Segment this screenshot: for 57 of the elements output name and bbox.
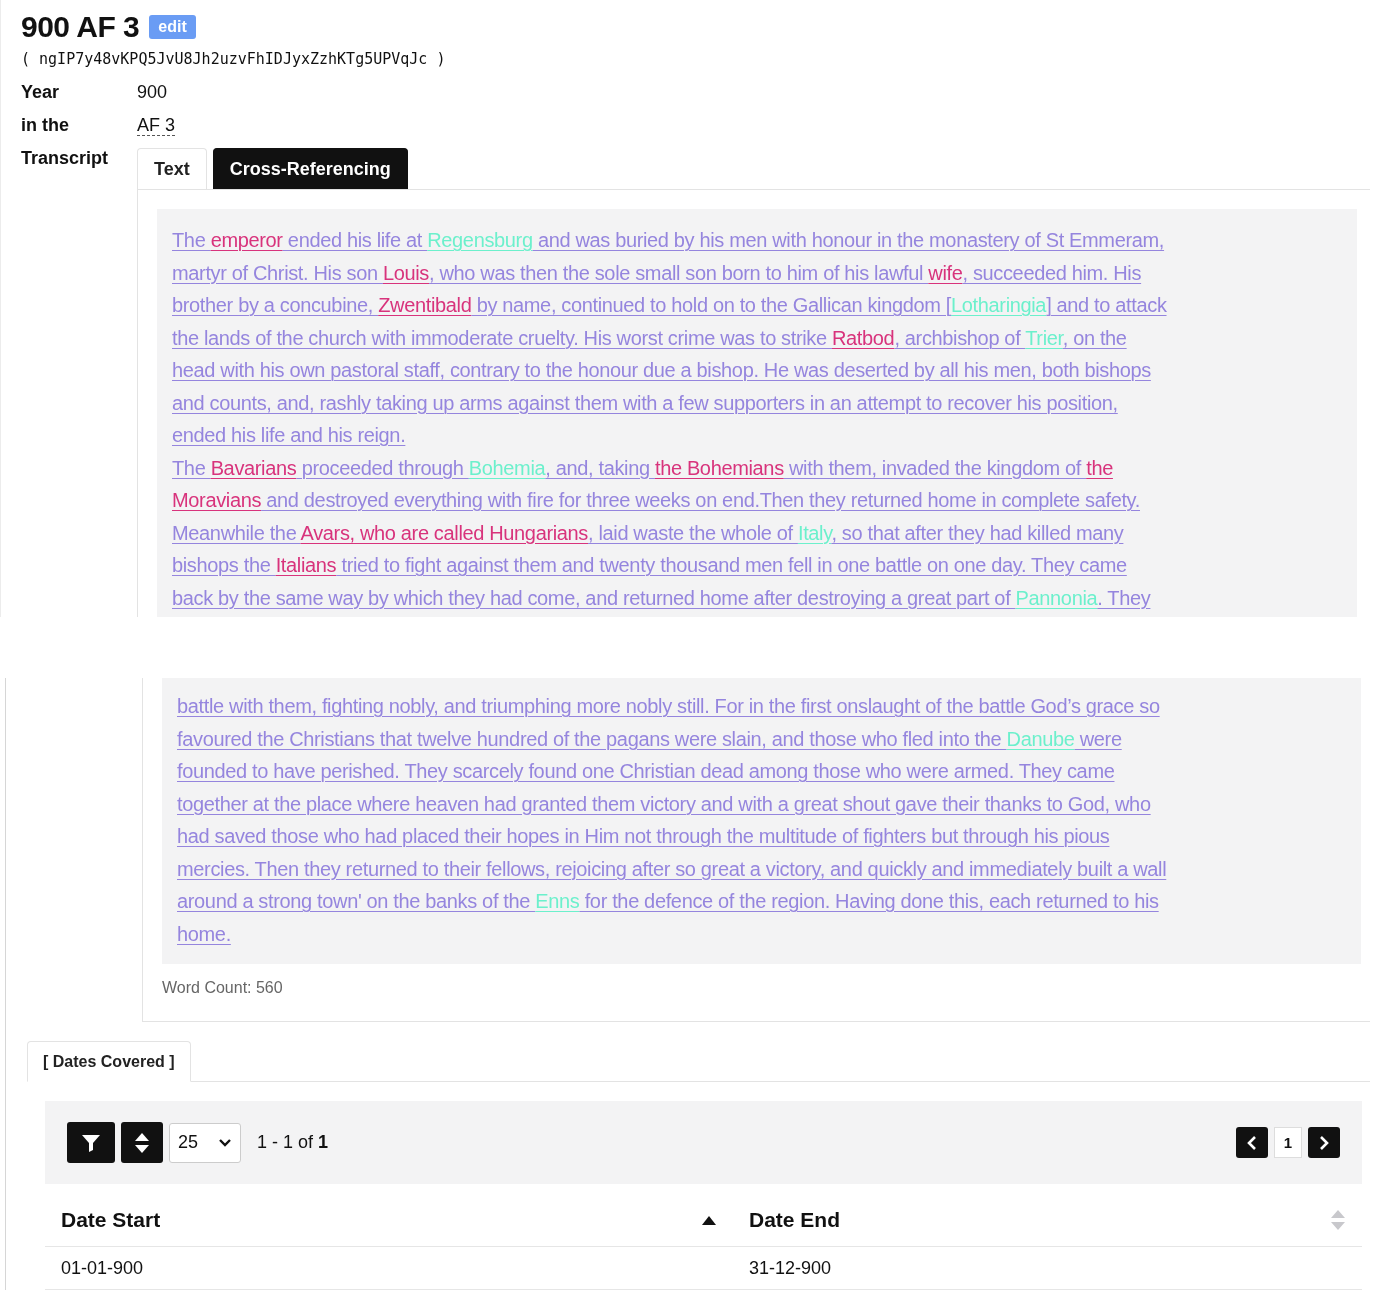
transcript-line: Moravians and destroyed everything with fire for three weeks on end.Then they returned home in complete safety. bbox=[172, 488, 1141, 513]
person-link[interactable]: wife bbox=[928, 261, 963, 284]
filter-button[interactable] bbox=[67, 1122, 115, 1163]
chevron-right-icon bbox=[1318, 1134, 1330, 1151]
transcript-line: Meanwhile the Avars, who are called Hungarians, laid waste the whole of Italy, so that after they had killed many bbox=[172, 520, 1125, 546]
chevron-down-icon bbox=[218, 1137, 232, 1148]
transcript-line: The Bavarians proceeded through Bohemia, and, taking the Bohemians with them, invaded the kingdom of the bbox=[172, 455, 1114, 481]
field-label: in the bbox=[21, 114, 70, 137]
word-count: Word Count: 560 bbox=[162, 979, 284, 997]
transcript-line: mercies. Then they returned to their fellows, rejoicing after so great a victory, and quickly and immediately built a wall bbox=[177, 856, 1168, 882]
person-link[interactable]: Moravians bbox=[172, 489, 262, 511]
field-label: Transcript bbox=[21, 147, 110, 170]
transcript-line: had saved those who had placed their hopes in Him not through the multitude of fighters but through his pious bbox=[177, 824, 1111, 849]
transcript-line: brother by a concubine, Zwentibald by name, continued to hold on to the Gallican kingdom [Lotharingia] and to attack bbox=[172, 293, 1168, 318]
transcript-line: around a strong town' on the banks of the Enns for the defence of the region. Having done this, each returned to his bbox=[177, 889, 1160, 914]
sort-button[interactable] bbox=[121, 1122, 163, 1163]
page-number[interactable]: 1 bbox=[1274, 1127, 1302, 1158]
tab[interactable]: Cross-Referencing bbox=[212, 148, 408, 189]
table-cell-text: 31-12-900 bbox=[748, 1256, 833, 1280]
person-link[interactable]: Louis bbox=[382, 261, 430, 284]
transcript-line: head with his own pastoral staff, contrary to the honour due a bishop. He was deserted by all his men, both bishops bbox=[172, 358, 1152, 383]
field-value: 900 bbox=[137, 82, 168, 102]
tab[interactable]: [ Dates Covered ] bbox=[27, 1041, 191, 1082]
transcript-line: back by the same way by which they had come, and returned home after destroying a great part of Pannonia. They bbox=[172, 585, 1152, 611]
record-title: 900 AF 3 bbox=[21, 10, 140, 44]
person-link[interactable]: Bavarians bbox=[210, 456, 297, 479]
column-header[interactable]: Date End bbox=[749, 1208, 840, 1232]
person-link[interactable]: emperor bbox=[210, 229, 283, 251]
next-page-button[interactable] bbox=[1308, 1127, 1340, 1158]
tab[interactable]: Text bbox=[137, 148, 207, 189]
person-link[interactable]: Avars, who are called Hungarians bbox=[300, 521, 588, 544]
transcript-line: the lands of the church with immoderate cruelty. His worst crime was to strike Ratbod, archbishop of Trier, on the bbox=[172, 325, 1128, 351]
transcript-line: founded to have perished. They scarcely found one Christian dead among those who were armed. They came bbox=[177, 759, 1116, 784]
transcript-line: home. bbox=[177, 921, 232, 947]
transcript-line: favoured the Christians that twelve hundred of the pagans were slain, and those who fled into the Danube were bbox=[177, 726, 1123, 752]
transcript-line: bishops the Italians tried to fight against them and twenty thousand men fell in one battle on one day. They came bbox=[172, 553, 1128, 578]
person-link[interactable]: the Bohemians bbox=[654, 456, 784, 479]
transcript-line: martyr of Christ. His son Louis, who was then the sole small son born to him of his lawful wife, succeeded him. His bbox=[172, 260, 1143, 286]
range-text: 1 - 1 of 1 bbox=[257, 1132, 329, 1153]
transcript-line: battle with them, fighting nobly, and triumphing more nobly still. For in the first onslaught of the battle God’s grace so bbox=[177, 694, 1161, 719]
edit-button[interactable]: edit bbox=[149, 15, 196, 39]
field-value[interactable]: AF 3 bbox=[137, 115, 175, 136]
page-size-select[interactable]: 25 bbox=[169, 1122, 241, 1163]
chevron-left-icon bbox=[1246, 1134, 1258, 1151]
transcript-line: together at the place where heaven had granted them victory and with a great shout gave their thanks to God, who bbox=[177, 791, 1152, 817]
person-link[interactable]: the bbox=[1086, 456, 1113, 479]
transcript-line: The emperor ended his life at Regensburg and was buried by his men with honour in the monastery of St Emmeram, bbox=[172, 228, 1166, 253]
table-cell-text: 01-01-900 bbox=[60, 1256, 145, 1280]
person-link[interactable]: Zwentibald bbox=[378, 294, 472, 316]
transcript-line: ended his life and his reign. bbox=[172, 423, 407, 448]
transcript-line: and counts, and, rashly taking up arms against them with a few supporters in an attempt to recover his position, bbox=[172, 390, 1119, 416]
previous-page-button[interactable] bbox=[1236, 1127, 1268, 1158]
field-label: Year bbox=[21, 81, 61, 104]
record-id: ( ngIP7y48vKPQ5JvU8Jh2uzvFhIDJyxZzhKTg5UPVqJc ) bbox=[21, 50, 447, 70]
person-link[interactable]: Ratbod bbox=[832, 326, 895, 349]
column-header[interactable]: Date Start bbox=[61, 1208, 161, 1232]
person-link[interactable]: Italians bbox=[275, 554, 337, 576]
